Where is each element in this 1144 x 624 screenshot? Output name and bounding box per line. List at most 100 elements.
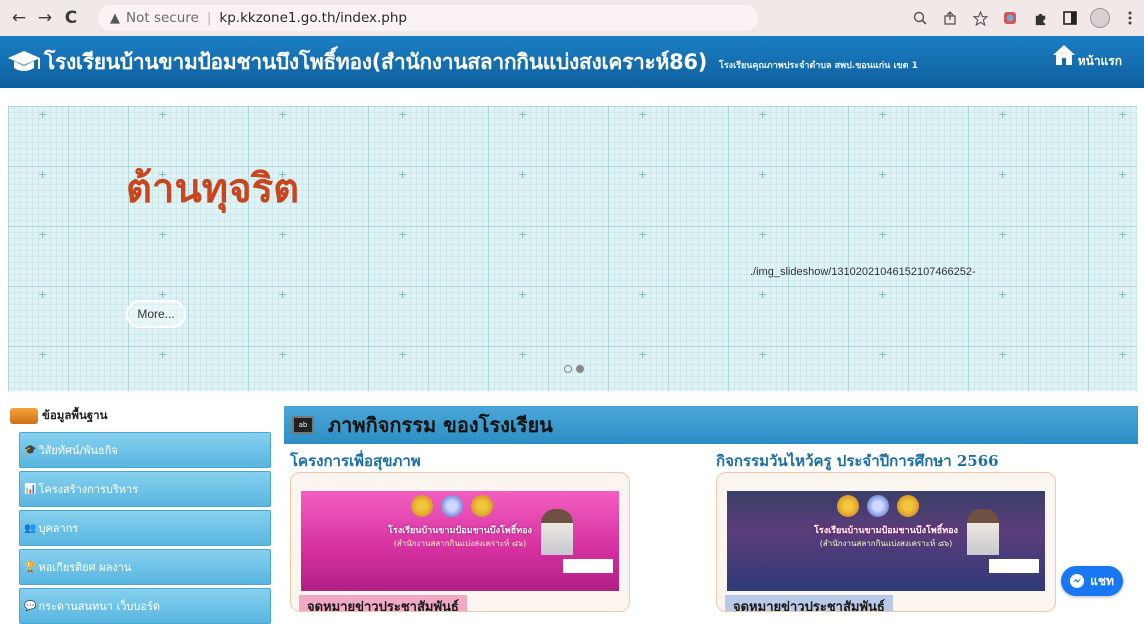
grid-plus-mark: + bbox=[758, 168, 768, 181]
extension-icon[interactable] bbox=[1000, 8, 1020, 28]
grid-plus-mark: + bbox=[38, 168, 48, 181]
url-text[interactable]: kp.kkzone1.go.th/index.php bbox=[219, 10, 407, 26]
grid-plus-mark: + bbox=[638, 288, 648, 301]
sidebar-item-label: กระดานสนทนา เว็บบอร์ด bbox=[38, 600, 161, 613]
graduation-cap-icon bbox=[4, 42, 44, 82]
grid-plus-mark: + bbox=[518, 108, 528, 121]
news-banner-image: โรงเรียนบ้านขามป้อมชานบึงโพธิ์ทอง (สำนัก… bbox=[727, 491, 1045, 591]
home-label: หน้าแรก bbox=[1077, 54, 1122, 68]
books-icon bbox=[10, 408, 38, 424]
grid-plus-mark: + bbox=[518, 168, 528, 181]
director-photo bbox=[967, 509, 999, 555]
grid-plus-mark: + bbox=[158, 348, 168, 361]
grid-plus-mark: + bbox=[158, 108, 168, 121]
emblem-icon bbox=[411, 495, 433, 517]
grid-plus-mark: + bbox=[278, 108, 288, 121]
menu-dots-icon[interactable] bbox=[1120, 8, 1140, 28]
reload-icon[interactable]: C bbox=[58, 5, 84, 31]
news-headline: จดหมายข่าวประชาสัมพันธ์ bbox=[725, 595, 893, 611]
sidebar-item-structure[interactable]: 📊 โครงสร้างการบริหาร bbox=[19, 471, 271, 507]
grid-plus-mark: + bbox=[878, 108, 888, 121]
news-banner-image: โรงเรียนบ้านขามป้อมชานบึงโพธิ์ทอง (สำนัก… bbox=[301, 491, 619, 591]
security-label: Not secure bbox=[126, 10, 199, 26]
sidebar-item-label: โครงสร้างการบริหาร bbox=[38, 483, 139, 496]
bookmark-star-icon[interactable] bbox=[970, 8, 990, 28]
site-title[interactable]: โรงเรียนบ้านขามป้อมชานบึงโพธิ์ทอง(สำนักง… bbox=[44, 46, 707, 79]
grid-plus-mark: + bbox=[38, 288, 48, 301]
news-headline: จดหมายข่าวประชาสัมพันธ์ bbox=[299, 595, 467, 611]
forward-arrow-icon[interactable]: → bbox=[32, 5, 58, 31]
grid-plus-mark: + bbox=[878, 228, 888, 241]
grid-plus-mark: + bbox=[278, 348, 288, 361]
grid-plus-mark: + bbox=[158, 228, 168, 241]
grid-plus-mark: + bbox=[398, 348, 408, 361]
grid-plus-mark: + bbox=[758, 288, 768, 301]
grid-plus-mark: + bbox=[1118, 168, 1128, 181]
sidebar-heading: ข้อมูลพื้นฐาน bbox=[10, 407, 108, 425]
messenger-icon bbox=[1070, 574, 1085, 588]
news-title-1[interactable]: โครงการเพื่อสุขภาพ bbox=[290, 449, 421, 473]
people-icon: 👥 bbox=[24, 522, 37, 534]
school-emblems bbox=[411, 495, 493, 517]
grid-plus-mark: + bbox=[638, 228, 648, 241]
emblem-icon bbox=[867, 495, 889, 517]
slide-indicators bbox=[564, 365, 584, 373]
grid-plus-mark: + bbox=[518, 348, 528, 361]
chat-label: แชท bbox=[1090, 573, 1114, 588]
profile-avatar[interactable] bbox=[1090, 8, 1110, 28]
grid-plus-mark: + bbox=[38, 348, 48, 361]
grid-plus-mark: + bbox=[878, 348, 888, 361]
sidebar-item-vision[interactable]: 🎓 วิสัยทัศน์/พันธกิจ bbox=[19, 432, 271, 468]
url-separator: | bbox=[206, 10, 212, 26]
grid-plus-mark: + bbox=[398, 288, 408, 301]
grid-plus-mark: + bbox=[1118, 228, 1128, 241]
news-card-2[interactable]: โรงเรียนบ้านขามป้อมชานบึงโพธิ์ทอง (สำนัก… bbox=[716, 472, 1056, 612]
grid-plus-mark: + bbox=[878, 288, 888, 301]
grid-plus-mark: + bbox=[278, 288, 288, 301]
sidepanel-icon[interactable] bbox=[1060, 8, 1080, 28]
activity-header: ab ภาพกิจกรรม ของโรงเรียน bbox=[284, 406, 1138, 444]
back-arrow-icon[interactable]: ← bbox=[6, 5, 32, 31]
address-bar[interactable]: ▲ Not secure | kp.kkzone1.go.th/index.ph… bbox=[98, 5, 758, 31]
chat-button[interactable]: แชท bbox=[1061, 566, 1123, 596]
grid-plus-mark: + bbox=[38, 228, 48, 241]
share-icon[interactable] bbox=[940, 8, 960, 28]
emblem-icon bbox=[837, 495, 859, 517]
grid-plus-mark: + bbox=[638, 108, 648, 121]
grid-plus-mark: + bbox=[398, 108, 408, 121]
grid-plus-mark: + bbox=[998, 168, 1008, 181]
sidebar-item-webboard[interactable]: 💬 กระดานสนทนา เว็บบอร์ด bbox=[19, 588, 271, 624]
grid-plus-mark: + bbox=[758, 228, 768, 241]
sidebar-item-personnel[interactable]: 👥 บุคลากร bbox=[19, 510, 271, 546]
grid-plus-mark: + bbox=[638, 348, 648, 361]
emblem-icon bbox=[441, 495, 463, 517]
school-emblems bbox=[837, 495, 919, 517]
chat-bubble-icon: 💬 bbox=[24, 600, 37, 612]
grid-plus-mark: + bbox=[998, 108, 1008, 121]
sidebar-item-label: บุคลากร bbox=[38, 522, 79, 535]
grid-plus-mark: + bbox=[638, 168, 648, 181]
home-link[interactable]: หน้าแรก bbox=[1052, 44, 1122, 71]
slide-title: ต้านทุจริต bbox=[126, 166, 300, 212]
grid-plus-mark: + bbox=[38, 108, 48, 121]
grid-plus-mark: + bbox=[758, 108, 768, 121]
grid-plus-mark: + bbox=[158, 288, 168, 301]
slideshow[interactable]: ต้านทุจริต ./img_slideshow/1310202104615… bbox=[8, 106, 1137, 391]
sidebar-item-label: หอเกียรติยศ ผลงาน bbox=[38, 561, 132, 574]
more-button[interactable]: More... bbox=[126, 300, 186, 328]
news-title-2[interactable]: กิจกรรมวันไหว้ครู ประจำปีการศึกษา 2566 bbox=[716, 449, 999, 473]
graduation-icon: 🎓 bbox=[24, 444, 37, 456]
zoom-icon[interactable] bbox=[910, 8, 930, 28]
director-nametag bbox=[989, 559, 1039, 573]
news-card-1[interactable]: โรงเรียนบ้านขามป้อมชานบึงโพธิ์ทอง (สำนัก… bbox=[290, 472, 630, 612]
slide-dot-1[interactable] bbox=[564, 365, 572, 373]
grid-plus-mark: + bbox=[758, 348, 768, 361]
grid-plus-mark: + bbox=[998, 228, 1008, 241]
sidebar-item-hall-of-fame[interactable]: 🏆 หอเกียรติยศ ผลงาน bbox=[19, 549, 271, 585]
grid-plus-mark: + bbox=[998, 348, 1008, 361]
slide-dot-2[interactable] bbox=[576, 365, 584, 373]
home-icon bbox=[1052, 44, 1076, 71]
site-header: โรงเรียนบ้านขามป้อมชานบึงโพธิ์ทอง(สำนักง… bbox=[0, 36, 1144, 88]
puzzle-icon[interactable] bbox=[1030, 8, 1050, 28]
grid-plus-mark: + bbox=[278, 168, 288, 181]
